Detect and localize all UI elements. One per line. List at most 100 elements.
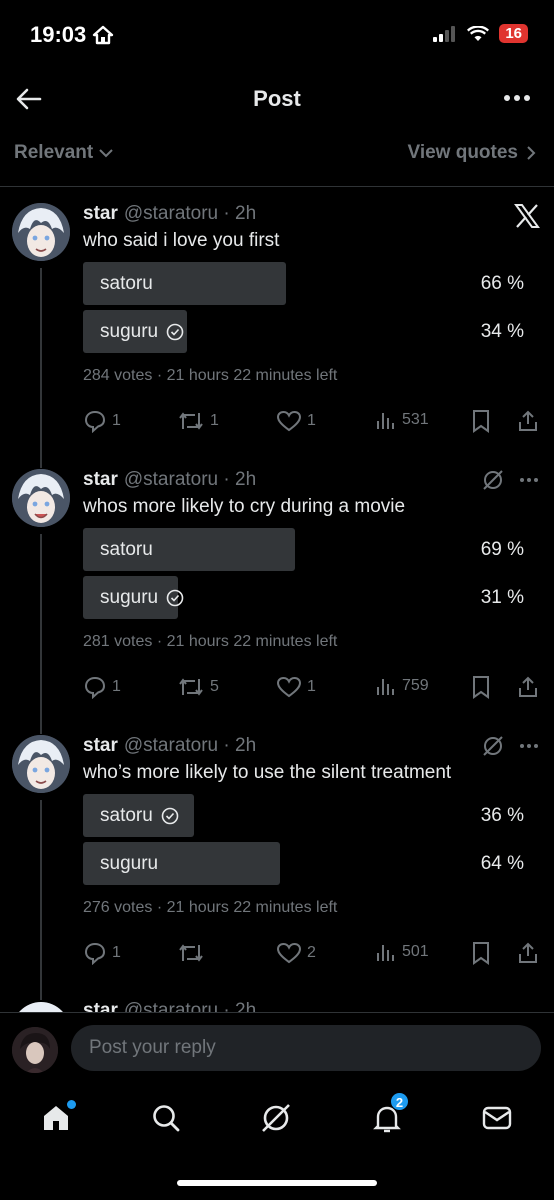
check-circle-icon: [166, 323, 184, 341]
repost-button[interactable]: [177, 941, 210, 965]
poll-percentage: 66 %: [480, 273, 524, 294]
search-icon: [153, 1105, 180, 1132]
poll-option[interactable]: suguru 31 %: [83, 576, 528, 619]
like-button[interactable]: 1: [276, 675, 316, 699]
repost-button[interactable]: 1: [177, 409, 219, 433]
reply-button[interactable]: 1: [83, 941, 121, 965]
avatar[interactable]: [12, 1002, 70, 1012]
poll-option-label: suguru: [100, 321, 184, 343]
views-icon: [377, 945, 394, 961]
tab-messages[interactable]: [477, 1098, 517, 1138]
handle[interactable]: @staratoru · 2h: [124, 203, 256, 225]
poll-option[interactable]: suguru 34 %: [83, 310, 528, 353]
battery-indicator: 16: [499, 24, 528, 43]
reply-bar: [0, 1012, 554, 1082]
post-top-right: [482, 735, 540, 757]
poll-percentage: 69 %: [480, 539, 524, 560]
view-quotes-link[interactable]: View quotes: [407, 142, 536, 164]
poll-option-text: suguru: [100, 321, 159, 342]
grok-icon: [262, 1104, 290, 1132]
more-options-icon[interactable]: [518, 469, 540, 491]
status-time: 19:03: [30, 22, 114, 48]
user-avatar[interactable]: [12, 1027, 58, 1073]
bookmark-button[interactable]: [471, 409, 491, 433]
reply-count: 1: [112, 678, 121, 695]
share-button[interactable]: [516, 409, 540, 433]
poll-option-label: satoru: [100, 805, 179, 827]
poll-option[interactable]: satoru 69 %: [83, 528, 528, 571]
partial-post[interactable]: star @staratoru · 2h: [0, 998, 554, 1012]
post-top-right: [514, 203, 540, 229]
bookmark-button[interactable]: [471, 941, 491, 965]
poll-option-text: satoru: [100, 805, 153, 826]
reply-icon: [84, 676, 106, 699]
action-bar: 1 5 1 759: [83, 675, 543, 705]
reply-button[interactable]: 1: [83, 675, 121, 699]
action-bar: 1 2 501: [83, 941, 543, 971]
share-button[interactable]: [516, 941, 540, 965]
avatar[interactable]: [12, 203, 70, 261]
grok-icon[interactable]: [482, 735, 504, 757]
status-indicators: 16: [433, 24, 528, 43]
views-button[interactable]: 759: [375, 675, 429, 697]
poll-option-label: suguru: [100, 853, 158, 875]
display-name[interactable]: star: [83, 469, 118, 491]
tab-grok[interactable]: [256, 1098, 296, 1138]
home-status-icon: [93, 25, 114, 45]
poll-option-label: suguru: [100, 587, 184, 609]
sort-dropdown[interactable]: Relevant: [14, 142, 113, 164]
repost-icon: [179, 412, 203, 430]
poll-meta: 284 votes · 21 hours 22 minutes left: [83, 367, 338, 384]
tab-search[interactable]: [146, 1098, 186, 1138]
poll-percentage: 34 %: [480, 321, 524, 342]
repost-button[interactable]: 5: [177, 675, 219, 699]
check-circle-icon: [166, 589, 184, 607]
more-options-icon[interactable]: [502, 86, 532, 110]
poll-percentage: 31 %: [480, 587, 524, 608]
like-button[interactable]: 2: [276, 941, 316, 965]
bookmark-button[interactable]: [471, 675, 491, 699]
share-button[interactable]: [516, 675, 540, 699]
share-icon: [519, 942, 537, 963]
post[interactable]: star @staratoru · 2h who said i love you…: [0, 203, 554, 469]
views-button[interactable]: 531: [375, 409, 429, 431]
avatar[interactable]: [12, 469, 70, 527]
post-header: star @staratoru · 2h: [83, 1000, 256, 1012]
poll-option-text: satoru: [100, 273, 153, 294]
tab-home[interactable]: [36, 1098, 76, 1138]
handle[interactable]: @staratoru · 2h: [124, 735, 256, 757]
avatar[interactable]: [12, 735, 70, 793]
repost-icon: [179, 678, 203, 696]
display-name: star: [83, 1000, 118, 1012]
post[interactable]: star @staratoru · 2h who’s more likely t…: [0, 735, 554, 1001]
post-header: star @staratoru · 2h: [83, 203, 256, 225]
wifi-icon: [467, 25, 490, 41]
post-text: who said i love you first: [83, 230, 280, 251]
poll-meta: 276 votes · 21 hours 22 minutes left: [83, 899, 338, 916]
post[interactable]: star @staratoru · 2h whos more likely to…: [0, 469, 554, 735]
poll-option[interactable]: satoru 66 %: [83, 262, 528, 305]
grok-icon[interactable]: [482, 469, 504, 491]
repost-count: 5: [210, 678, 219, 695]
like-button[interactable]: 1: [276, 409, 316, 433]
view-count: 501: [402, 943, 429, 960]
mail-icon: [482, 1106, 512, 1130]
poll-option[interactable]: satoru 36 %: [83, 794, 528, 837]
poll-percentage: 64 %: [480, 853, 524, 874]
handle[interactable]: @staratoru · 2h: [124, 469, 256, 491]
more-options-icon[interactable]: [518, 735, 540, 757]
header: Post: [0, 74, 554, 124]
like-count: 1: [307, 678, 316, 695]
display-name[interactable]: star: [83, 735, 118, 757]
reply-icon: [84, 410, 106, 433]
views-button[interactable]: 501: [375, 941, 429, 963]
share-icon: [519, 676, 537, 697]
reply-button[interactable]: 1: [83, 409, 121, 433]
post-text: whos more likely to cry during a movie: [83, 496, 406, 517]
tab-notifications[interactable]: 2: [367, 1092, 409, 1138]
poll-option[interactable]: suguru 64 %: [83, 842, 528, 885]
view-quotes-label: View quotes: [407, 142, 518, 163]
repost-count: 1: [210, 412, 219, 429]
reply-input[interactable]: [71, 1025, 541, 1071]
display-name[interactable]: star: [83, 203, 118, 225]
